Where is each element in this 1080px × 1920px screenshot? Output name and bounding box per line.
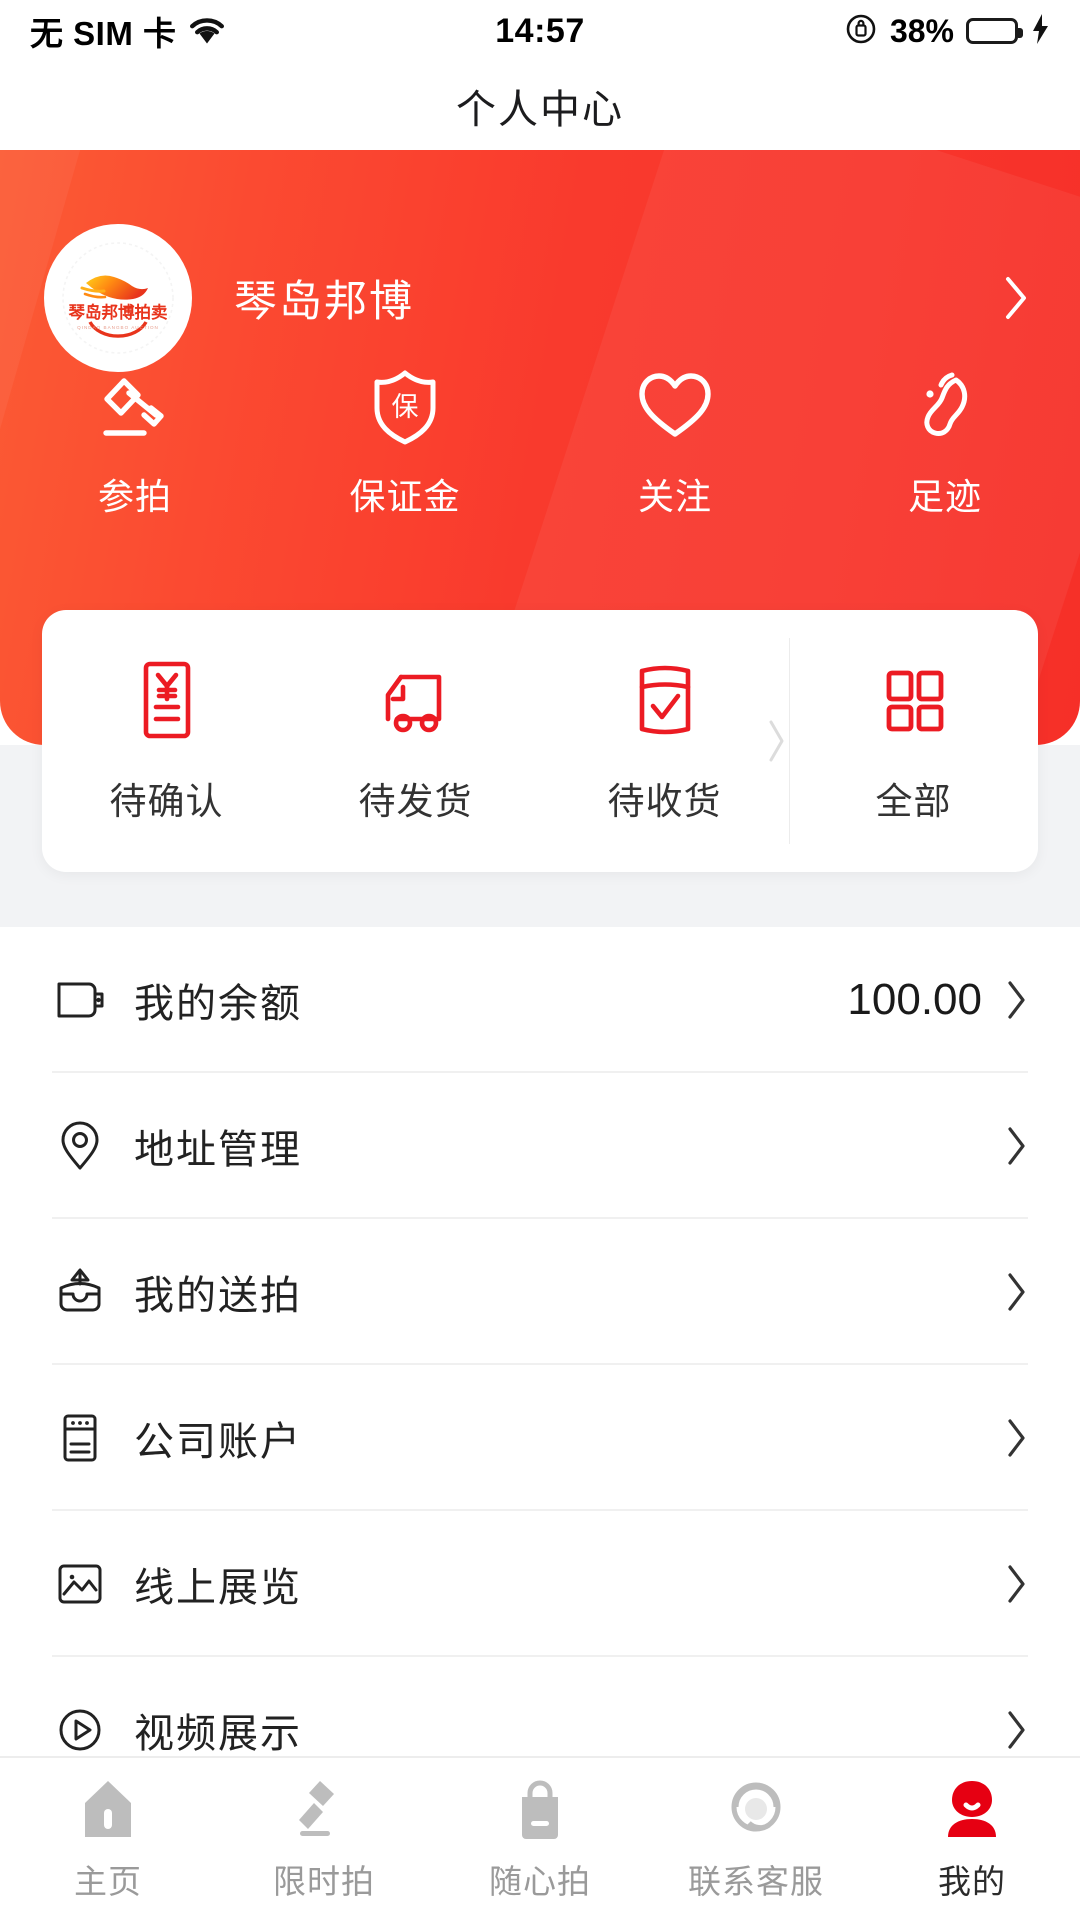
tab-timed-auction[interactable]: 限时拍 (216, 1775, 432, 1903)
bag-icon (506, 1775, 574, 1843)
truck-icon (373, 657, 459, 743)
person-icon (938, 1775, 1006, 1843)
upload-box-icon (52, 1264, 108, 1320)
tab-mine[interactable]: 我的 (864, 1775, 1080, 1903)
order-status-card: 待确认 待发货 待收货 全部 (42, 610, 1038, 872)
tab-label: 我的 (938, 1863, 1006, 1900)
list-item-address[interactable]: 地址管理 (0, 1073, 1080, 1219)
bottom-tab-bar: 主页 限时拍 随心拍 联系客服 我的 (0, 1756, 1080, 1920)
order-tab-label: 待确认 (109, 781, 224, 822)
chevron-right-icon (1006, 1564, 1028, 1604)
gavel-icon (290, 1775, 358, 1843)
battery-icon (966, 18, 1023, 44)
wifi-icon (189, 17, 225, 45)
tab-free-auction[interactable]: 随心拍 (432, 1775, 648, 1903)
battery-percent-label: 38% (889, 12, 954, 49)
charging-bolt-icon (1030, 13, 1050, 50)
chevron-right-icon (1006, 1418, 1028, 1458)
order-tab-label: 待发货 (358, 781, 473, 822)
list-item-label: 我的送拍 (134, 1274, 302, 1318)
list-item-label: 地址管理 (134, 1128, 302, 1172)
chevron-right-icon (767, 719, 787, 763)
tab-contact-support[interactable]: 联系客服 (648, 1775, 864, 1903)
quick-action-label: 保证金 (349, 476, 461, 517)
personal-center-screen: 无 SIM 卡 14:57 38% 个人中心 琴岛邦博拍卖 QINDAO BAN… (0, 0, 1080, 1920)
svg-text:QINDAO BANGBO AUCTION: QINDAO BANGBO AUCTION (77, 325, 159, 330)
id-card-icon (52, 1410, 108, 1466)
quick-action-label: 足迹 (907, 476, 982, 517)
order-card-divider (789, 638, 790, 844)
chevron-right-icon (1006, 1272, 1028, 1312)
footprint-icon (904, 366, 986, 448)
box-check-icon (622, 657, 708, 743)
status-bar-left: 无 SIM 卡 (30, 7, 225, 55)
order-tab-pending-receive[interactable]: 待收货 (540, 610, 789, 872)
avatar[interactable]: 琴岛邦博拍卖 QINDAO BANGBO AUCTION (44, 224, 192, 372)
quick-action-footprint[interactable]: 足迹 (810, 360, 1080, 540)
list-item-label: 公司账户 (134, 1420, 302, 1464)
quick-actions-row: 参拍 保 保证金 关注 足迹 (0, 360, 1080, 540)
svg-text:保: 保 (392, 392, 419, 423)
image-icon (52, 1556, 108, 1612)
shield-deposit-icon: 保 (364, 366, 446, 448)
tab-home[interactable]: 主页 (0, 1775, 216, 1903)
chevron-right-icon[interactable] (1004, 275, 1030, 321)
chevron-right-icon (1006, 1710, 1028, 1750)
receipt-yuan-icon (124, 657, 210, 743)
list-item-label: 我的余额 (134, 982, 302, 1026)
tab-label: 限时拍 (273, 1863, 375, 1900)
order-tab-all[interactable]: 全部 (769, 610, 1038, 872)
quick-action-label: 参拍 (97, 476, 172, 517)
list-item-online-exhibition[interactable]: 线上展览 (0, 1511, 1080, 1657)
tab-label: 联系客服 (688, 1863, 824, 1900)
username-label: 琴岛邦博 (234, 278, 414, 326)
list-item-video-showcase[interactable]: 视频展示 (0, 1657, 1080, 1757)
play-circle-icon (52, 1702, 108, 1757)
carrier-label: 无 SIM 卡 (30, 15, 177, 52)
home-icon (74, 1775, 142, 1843)
heart-icon (634, 366, 716, 448)
status-bar-right: 38% (844, 12, 1050, 51)
settings-list: 我的余额 100.00 地址管理 我的送拍 公司账户 线上展览 视频展示 (0, 927, 1080, 1757)
headset-icon (722, 1775, 790, 1843)
svg-text:琴岛邦博拍卖: 琴岛邦博拍卖 (69, 302, 169, 322)
order-tab-pending-ship[interactable]: 待发货 (291, 610, 540, 872)
wallet-icon (52, 972, 108, 1028)
list-item-label: 视频展示 (134, 1712, 302, 1756)
balance-value: 100.00 (847, 975, 982, 1024)
list-item-company-account[interactable]: 公司账户 (0, 1365, 1080, 1511)
list-item-label: 线上展览 (134, 1566, 302, 1610)
location-pin-icon (52, 1118, 108, 1174)
list-item-my-consignment[interactable]: 我的送拍 (0, 1219, 1080, 1365)
chevron-right-icon (1006, 1126, 1028, 1166)
rotation-lock-icon (844, 12, 878, 51)
chevron-right-icon (1006, 980, 1028, 1020)
status-bar: 无 SIM 卡 14:57 38% (0, 0, 1080, 62)
quick-action-deposit[interactable]: 保 保证金 (270, 360, 540, 540)
gavel-icon (94, 366, 176, 448)
tab-label: 主页 (74, 1863, 142, 1900)
order-tab-pending-confirm[interactable]: 待确认 (42, 610, 291, 872)
order-tab-label: 全部 (875, 781, 952, 822)
quick-action-label: 关注 (637, 476, 712, 517)
nav-bar: 个人中心 (0, 62, 1080, 150)
quick-action-follow[interactable]: 关注 (540, 360, 810, 540)
quick-action-canpai[interactable]: 参拍 (0, 360, 270, 540)
order-tab-label: 待收货 (607, 781, 722, 822)
tab-label: 随心拍 (489, 1863, 591, 1900)
list-item-balance[interactable]: 我的余额 100.00 (0, 927, 1080, 1073)
grid-icon (871, 657, 957, 743)
page-title: 个人中心 (456, 88, 624, 132)
